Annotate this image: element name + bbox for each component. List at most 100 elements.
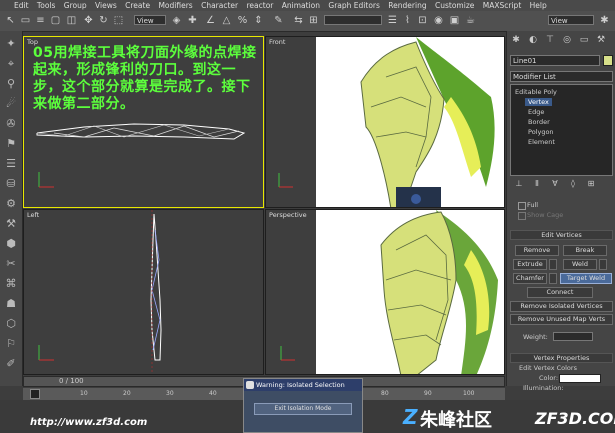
tool-icon-16[interactable]: ⚐ — [4, 337, 18, 351]
show-cage-checkbox[interactable] — [518, 212, 526, 220]
stack-item-element[interactable]: Element — [528, 138, 555, 146]
tool-icon-9[interactable]: ⚙ — [4, 197, 18, 211]
remove-button[interactable]: Remove — [515, 245, 559, 256]
stack-item-border[interactable]: Border — [528, 118, 550, 126]
schematic-icon[interactable]: ⊡ — [416, 14, 429, 27]
render-view-dropdown[interactable]: View — [548, 15, 594, 25]
curve-editor-icon[interactable]: ⌇ — [401, 14, 414, 27]
weld-button[interactable]: Weld — [563, 259, 597, 270]
menu-character[interactable]: Character — [201, 0, 238, 11]
move-icon[interactable]: ✥ — [82, 14, 95, 27]
tool-icon-8[interactable]: ⛁ — [4, 177, 18, 191]
tool-icon-6[interactable]: ⚑ — [4, 137, 18, 151]
select-by-name-icon[interactable]: ≡ — [34, 14, 47, 27]
named-selection-dropdown[interactable] — [324, 15, 382, 25]
scale-icon[interactable]: ⬚ — [112, 14, 125, 27]
modifier-list-dropdown[interactable]: Modifier List — [510, 71, 613, 82]
menu-reactor[interactable]: reactor — [247, 0, 274, 11]
region-icon[interactable]: ▢ — [49, 14, 62, 27]
menu-modifiers[interactable]: Modifiers — [158, 0, 192, 11]
tool-icon-17[interactable]: ✐ — [4, 357, 18, 371]
extrude-settings-button[interactable] — [549, 259, 557, 270]
full-checkbox[interactable] — [518, 202, 526, 210]
remove-isolated-vertices-button[interactable]: Remove Isolated Vertices — [510, 301, 613, 312]
make-unique-icon[interactable]: ∀ — [548, 177, 562, 191]
menu-create[interactable]: Create — [125, 0, 150, 11]
tool-icon-7[interactable]: ☰ — [4, 157, 18, 171]
menu-rendering[interactable]: Rendering — [388, 0, 426, 11]
snap-icon[interactable]: ∠ — [204, 14, 217, 27]
select-icon[interactable]: ↖ — [4, 14, 17, 27]
configure-sets-icon[interactable]: ⊞ — [584, 177, 598, 191]
pivot-icon[interactable]: ◈ — [170, 14, 183, 27]
viewport-perspective[interactable]: Perspective — [265, 209, 505, 375]
tool-icon-14[interactable]: ☗ — [4, 297, 18, 311]
weld-settings-button[interactable] — [599, 259, 607, 270]
connect-button[interactable]: Connect — [527, 287, 593, 298]
mirror-icon[interactable]: ⇆ — [292, 14, 305, 27]
utilities-tab-icon[interactable]: ⚒ — [594, 33, 608, 47]
remove-modifier-icon[interactable]: ◊ — [566, 177, 580, 191]
full-checkbox-label[interactable]: Full — [527, 201, 538, 209]
track-bar-key-icon[interactable] — [30, 389, 40, 399]
spinner-snap-icon[interactable]: ⇕ — [252, 14, 265, 27]
menu-animation[interactable]: Animation — [282, 0, 320, 11]
menu-tools[interactable]: Tools — [37, 0, 55, 11]
percent-snap-icon[interactable]: % — [236, 14, 249, 27]
break-button[interactable]: Break — [563, 245, 607, 256]
show-end-result-icon[interactable]: Ⅱ — [530, 177, 544, 191]
motion-tab-icon[interactable]: ◎ — [560, 33, 574, 47]
stack-item-polygon[interactable]: Polygon — [528, 128, 554, 136]
angle-snap-icon[interactable]: △ — [220, 14, 233, 27]
menu-graph-editors[interactable]: Graph Editors — [328, 0, 380, 11]
tool-icon-5[interactable]: ✇ — [4, 117, 18, 131]
exit-isolation-mode-button[interactable]: Exit Isolation Mode — [254, 403, 352, 415]
object-color-swatch[interactable] — [603, 55, 613, 66]
chamfer-button[interactable]: Chamfer — [513, 273, 547, 284]
tool-icon-11[interactable]: ⬢ — [4, 237, 18, 251]
display-tab-icon[interactable]: ▭ — [577, 33, 591, 47]
select-manipulate-icon[interactable]: ✚ — [186, 14, 199, 27]
select-region-icon[interactable]: ▭ — [19, 14, 32, 27]
menu-views[interactable]: Views — [95, 0, 117, 11]
tool-icon-3[interactable]: ⚲ — [4, 77, 18, 91]
viewport-top[interactable]: Top 05用焊接工具将刀面外缘的点焊接起来，形成锋利的刀口。到这一步，这个部分… — [23, 36, 264, 208]
vertex-properties-rollout[interactable]: Vertex Properties — [510, 353, 613, 363]
align-icon[interactable]: ⊞ — [307, 14, 320, 27]
vertex-color-swatch[interactable] — [559, 374, 601, 383]
stack-item-edge[interactable]: Edge — [528, 108, 544, 116]
viewport-front[interactable]: Front — [265, 36, 505, 208]
tool-icon-13[interactable]: ⌘ — [4, 277, 18, 291]
edit-vertices-rollout[interactable]: Edit Vertices — [510, 230, 613, 240]
tool-icon-1[interactable]: ✦ — [4, 37, 18, 51]
rotate-icon[interactable]: ↻ — [97, 14, 110, 27]
render-setup-icon[interactable]: ▣ — [448, 14, 461, 27]
create-tab-icon[interactable]: ✱ — [509, 33, 523, 47]
extrude-button[interactable]: Extrude — [513, 259, 547, 270]
menu-help[interactable]: Help — [530, 0, 547, 11]
target-weld-button[interactable]: Target Weld — [560, 273, 612, 284]
menu-customize[interactable]: Customize — [435, 0, 474, 11]
menu-edit[interactable]: Edit — [14, 0, 29, 11]
named-selection-icon[interactable]: ✎ — [272, 14, 285, 27]
render-icon[interactable]: ✱ — [598, 14, 611, 27]
reference-coord-dropdown[interactable]: View — [134, 15, 166, 25]
remove-unused-map-verts-button[interactable]: Remove Unused Map Verts — [510, 314, 613, 325]
weight-spinner[interactable] — [553, 332, 593, 341]
tool-icon-10[interactable]: ⚒ — [4, 217, 18, 231]
show-cage-checkbox-label[interactable]: Show Cage — [527, 211, 563, 219]
viewport-left[interactable]: Left — [23, 209, 264, 375]
menu-group[interactable]: Group — [64, 0, 87, 11]
layer-icon[interactable]: ☰ — [386, 14, 399, 27]
stack-item-vertex[interactable]: Vertex — [525, 98, 552, 106]
stack-item-editable-poly[interactable]: Editable Poly — [515, 88, 557, 96]
tool-icon-4[interactable]: ☄ — [4, 97, 18, 111]
tool-icon-12[interactable]: ✂ — [4, 257, 18, 271]
hierarchy-tab-icon[interactable]: ⊤ — [543, 33, 557, 47]
menu-maxscript[interactable]: MAXScript — [483, 0, 522, 11]
chamfer-settings-button[interactable] — [549, 273, 557, 284]
object-name-field[interactable]: Line01 — [510, 55, 600, 66]
tool-icon-15[interactable]: ⬡ — [4, 317, 18, 331]
pin-stack-icon[interactable]: ⊥ — [512, 177, 526, 191]
material-editor-icon[interactable]: ◉ — [432, 14, 445, 27]
